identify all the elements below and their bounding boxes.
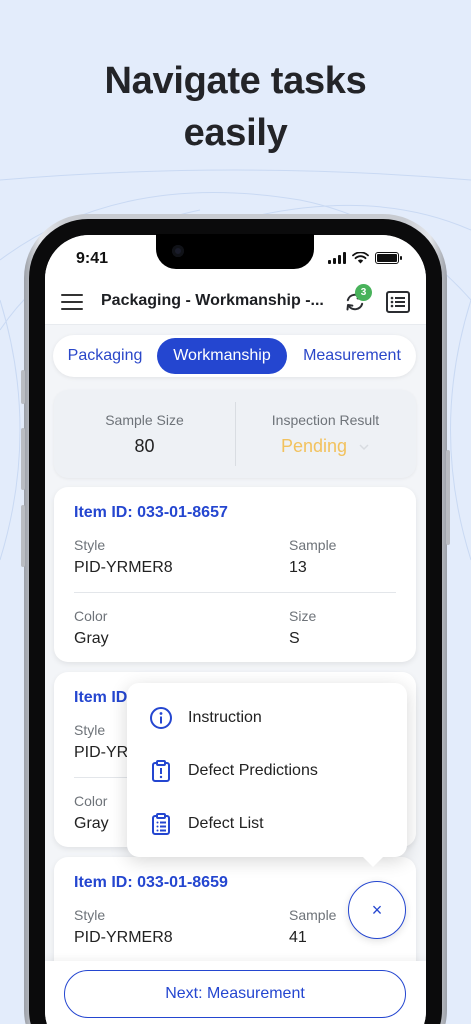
- style-label: Style: [74, 722, 106, 738]
- color-value: Gray: [74, 630, 109, 647]
- color-value: Gray: [74, 815, 109, 832]
- clipboard-alert-icon: [152, 760, 170, 782]
- item-card[interactable]: Item ID: 033-01-8657 Style PID-YRMER8 Sa…: [54, 487, 416, 662]
- color-label: Color: [74, 793, 108, 809]
- menu-item-label: Instruction: [188, 709, 262, 726]
- style-value: PID-YRMER8: [74, 559, 173, 576]
- battery-icon: [375, 252, 402, 264]
- item-id: Item ID: [74, 689, 128, 706]
- front-camera: [172, 245, 184, 257]
- wifi-icon: [352, 252, 369, 264]
- menu-item-label: Defect Predictions: [188, 762, 318, 779]
- close-menu-button[interactable]: ×: [348, 881, 406, 939]
- inspection-result-dropdown[interactable]: Pending: [235, 436, 416, 457]
- status-icons: [328, 252, 402, 264]
- item-id: Item ID: 033-01-8659: [74, 874, 228, 891]
- headline-line-2: easily: [183, 112, 288, 154]
- section-tabs: Packaging Workmanship Measurement: [53, 335, 416, 377]
- sync-button[interactable]: 3: [341, 284, 372, 316]
- style-value: PID-YRMER8: [74, 929, 173, 946]
- app-bar: Packaging - Workmanship -... 3: [45, 284, 426, 325]
- headline: Navigate tasks easily: [0, 55, 471, 159]
- style-value: PID-YR: [74, 744, 129, 761]
- status-time: 9:41: [76, 250, 109, 267]
- color-label: Color: [74, 608, 108, 624]
- style-label: Style: [74, 907, 106, 923]
- next-measurement-button[interactable]: Next: Measurement: [64, 970, 406, 1018]
- inspection-summary: Sample Size 80 Inspection Result Pending: [54, 390, 416, 478]
- inspection-result-block[interactable]: Inspection Result Pending: [235, 390, 416, 478]
- phone-volume-down: [21, 505, 25, 567]
- chevron-down-icon: [359, 444, 369, 451]
- page-title: Packaging - Workmanship -...: [101, 292, 324, 309]
- phone-mute-switch: [21, 370, 25, 404]
- sync-count-badge: 3: [355, 284, 372, 301]
- size-label: Size: [289, 608, 317, 624]
- sample-label: Sample: [289, 907, 337, 923]
- task-list-button[interactable]: [385, 290, 411, 314]
- menu-item-defect-predictions[interactable]: Defect Predictions: [127, 749, 407, 793]
- menu-item-instruction[interactable]: Instruction: [127, 696, 407, 740]
- menu-item-label: Defect List: [188, 815, 264, 832]
- sample-size-value: 80: [134, 436, 155, 456]
- sample-value: 41: [289, 929, 307, 946]
- phone-volume-up: [21, 428, 25, 490]
- tab-measurement[interactable]: Measurement: [291, 338, 413, 374]
- tab-packaging[interactable]: Packaging: [57, 338, 153, 374]
- hamburger-menu-icon[interactable]: [61, 294, 83, 312]
- bottom-action-bar: Next: Measurement: [45, 961, 426, 1024]
- sample-size-block: Sample Size 80: [54, 390, 235, 478]
- tab-workmanship[interactable]: Workmanship: [157, 338, 287, 374]
- phone-power-button: [446, 450, 450, 545]
- sample-size-label: Sample Size: [105, 412, 184, 428]
- size-value: S: [289, 630, 300, 647]
- info-icon: [150, 707, 172, 729]
- phone-screen: 9:41 Packaging - Workmanship -... 3 Pack…: [45, 235, 426, 1024]
- inspection-result-label: Inspection Result: [271, 412, 380, 428]
- menu-item-defect-list[interactable]: Defect List: [127, 802, 407, 846]
- clipboard-list-icon: [152, 813, 170, 835]
- quick-actions-menu: Instruction Defect Predictions Defect Li…: [127, 683, 407, 867]
- sample-value: 13: [289, 559, 307, 576]
- style-label: Style: [74, 537, 106, 553]
- list-icon: [386, 291, 410, 313]
- sample-label: Sample: [289, 537, 337, 553]
- inspection-result-value: Pending: [280, 436, 348, 456]
- item-id: Item ID: 033-01-8657: [74, 504, 228, 521]
- cellular-signal-icon: [328, 252, 346, 264]
- dynamic-island: [156, 234, 314, 269]
- headline-line-1: Navigate tasks: [104, 60, 367, 102]
- card-divider: [74, 592, 396, 593]
